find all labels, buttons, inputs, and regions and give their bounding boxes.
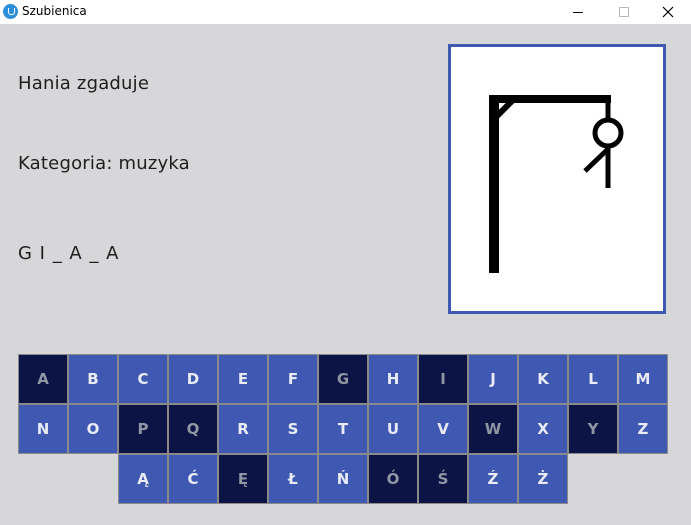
letter-key[interactable]: M xyxy=(618,354,668,404)
letter-key[interactable]: Ź xyxy=(468,454,518,504)
category-label: Kategoria: muzyka xyxy=(18,153,190,174)
letter-key[interactable]: Ą xyxy=(118,454,168,504)
letter-key[interactable]: U xyxy=(368,404,418,454)
letter-key[interactable]: B xyxy=(68,354,118,404)
hangman-drawing xyxy=(489,95,624,273)
maximize-button[interactable] xyxy=(601,0,647,24)
letter-key[interactable]: F xyxy=(268,354,318,404)
letter-key[interactable]: Ł xyxy=(268,454,318,504)
close-button[interactable] xyxy=(645,0,691,24)
letter-key[interactable]: Ć xyxy=(168,454,218,504)
letter-key[interactable]: S xyxy=(268,404,318,454)
letter-key[interactable]: X xyxy=(518,404,568,454)
letter-key: A xyxy=(18,354,68,404)
letter-key[interactable]: D xyxy=(168,354,218,404)
letter-key[interactable]: N xyxy=(18,404,68,454)
letter-key[interactable]: L xyxy=(568,354,618,404)
maximize-icon xyxy=(619,7,629,17)
letter-key[interactable]: R xyxy=(218,404,268,454)
letter-key[interactable]: K xyxy=(518,354,568,404)
letter-key[interactable]: O xyxy=(68,404,118,454)
hangman-head xyxy=(592,117,624,149)
window-title: Szubienica xyxy=(22,4,87,18)
hangman-drawing-panel xyxy=(448,44,666,314)
letter-key: Q xyxy=(168,404,218,454)
letter-key[interactable]: C xyxy=(118,354,168,404)
letter-key[interactable]: T xyxy=(318,404,368,454)
letter-key: W xyxy=(468,404,518,454)
letter-key[interactable]: J xyxy=(468,354,518,404)
letter-key: Ę xyxy=(218,454,268,504)
minimize-button[interactable] xyxy=(555,0,601,24)
title-bar: Szubienica xyxy=(0,0,691,24)
close-icon xyxy=(662,6,674,18)
letter-key[interactable]: Z xyxy=(618,404,668,454)
letter-key[interactable]: E xyxy=(218,354,268,404)
letter-key[interactable]: V xyxy=(418,404,468,454)
letter-key: I xyxy=(418,354,468,404)
hangman-arm xyxy=(583,147,610,173)
letter-key: G xyxy=(318,354,368,404)
letter-key: Ó xyxy=(368,454,418,504)
word-progress: G I _ A _ A xyxy=(18,243,120,264)
letter-key[interactable]: H xyxy=(368,354,418,404)
letter-key: P xyxy=(118,404,168,454)
letter-keyboard: ABCDEFGHIJKLM NOPQRSTUVWXYZ ĄĆĘŁŃÓŚŹŻ xyxy=(18,354,668,504)
letter-key[interactable]: Ż xyxy=(518,454,568,504)
letter-key[interactable]: Ń xyxy=(318,454,368,504)
letter-key: Ś xyxy=(418,454,468,504)
letter-key: Y xyxy=(568,404,618,454)
minimize-icon xyxy=(573,11,583,13)
current-player-label: Hania zgaduje xyxy=(18,73,150,94)
app-icon xyxy=(3,4,18,19)
